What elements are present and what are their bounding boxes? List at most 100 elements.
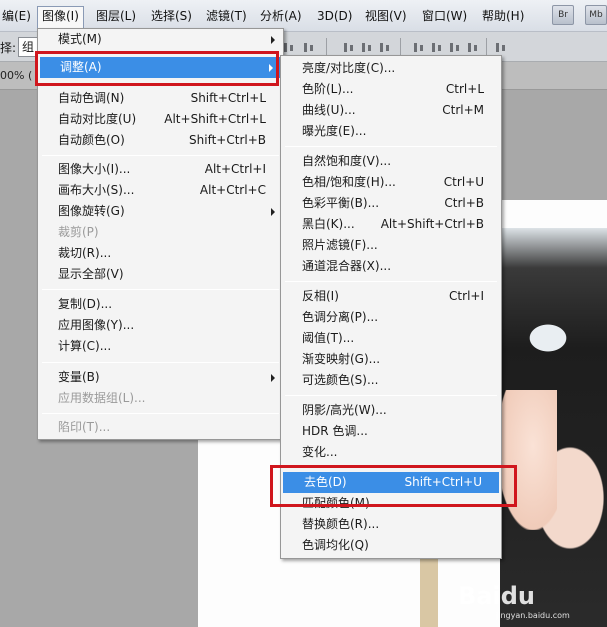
menu-item-gradient-map[interactable]: 渐变映射(G)... bbox=[281, 349, 501, 370]
menu-window[interactable]: 窗口(W) bbox=[418, 6, 471, 26]
menu-item-shadows-highlights[interactable]: 阴影/高光(W)... bbox=[281, 400, 501, 421]
shortcut-label: Shift+Ctrl+B bbox=[189, 133, 266, 147]
menu-item-photo-filter[interactable]: 照片滤镜(F)... bbox=[281, 235, 501, 256]
menu-item-trim[interactable]: 裁切(R)... bbox=[38, 243, 283, 264]
menu-item-hdr-toning[interactable]: HDR 色调... bbox=[281, 421, 501, 442]
distribute-icon[interactable] bbox=[342, 40, 356, 54]
menu-item-label: 亮度/对比度(C)... bbox=[302, 61, 396, 75]
auto-select-label: 择: bbox=[0, 41, 17, 55]
shortcut-label: Shift+Ctrl+L bbox=[190, 91, 266, 105]
menu-item-label: 渐变映射(G)... bbox=[302, 352, 381, 366]
menu-item-equalize[interactable]: 色调均化(Q) bbox=[281, 535, 501, 556]
menu-item-label: 阴影/高光(W)... bbox=[302, 403, 387, 417]
menu-item-label: HDR 色调... bbox=[302, 424, 368, 438]
menu-item-rotate[interactable]: 图像旋转(G) bbox=[38, 201, 283, 222]
menu-3d[interactable]: 3D(D) bbox=[313, 6, 356, 26]
menu-item-mode[interactable]: 模式(M) bbox=[38, 29, 283, 50]
menu-separator bbox=[285, 146, 497, 147]
portrait-face bbox=[497, 390, 557, 530]
menu-item-reveal-all[interactable]: 显示全部(V) bbox=[38, 264, 283, 285]
menu-item-label: 复制(D)... bbox=[58, 297, 113, 311]
menu-item-label: 画布大小(S)... bbox=[58, 183, 135, 197]
menu-item-label: 色调均化(Q) bbox=[302, 538, 369, 552]
distribute-icon[interactable] bbox=[412, 40, 426, 54]
menu-item-replace-color[interactable]: 替换颜色(R)... bbox=[281, 514, 501, 535]
menu-item-exposure[interactable]: 曝光度(E)... bbox=[281, 121, 501, 142]
menu-help[interactable]: 帮助(H) bbox=[478, 6, 528, 26]
menu-item-label: 自动颜色(O) bbox=[58, 133, 125, 147]
menu-view[interactable]: 视图(V) bbox=[361, 6, 411, 26]
shortcut-label: Ctrl+L bbox=[445, 82, 484, 96]
menu-analysis[interactable]: 分析(A) bbox=[256, 6, 306, 26]
menu-item-label: 色相/饱和度(H)... bbox=[302, 175, 396, 189]
menu-item-label: 图像大小(I)... bbox=[58, 162, 131, 176]
annotation-box-desaturate bbox=[270, 465, 517, 507]
menu-item-calculations[interactable]: 计算(C)... bbox=[38, 336, 283, 357]
menu-item-auto-contrast[interactable]: 自动对比度(U) Alt+Shift+Ctrl+L bbox=[38, 109, 283, 130]
menu-item-label: 裁切(R)... bbox=[58, 246, 112, 260]
menu-item-variations[interactable]: 变化... bbox=[281, 442, 501, 463]
shortcut-label: Ctrl+B bbox=[444, 196, 484, 210]
menu-item-hue-saturation[interactable]: 色相/饱和度(H)... Ctrl+U bbox=[281, 172, 501, 193]
align-icon[interactable] bbox=[282, 40, 296, 54]
menu-separator bbox=[42, 413, 279, 414]
shortcut-label: Alt+Shift+Ctrl+L bbox=[164, 112, 266, 126]
menu-item-label: 变化... bbox=[302, 445, 338, 459]
align-icon[interactable] bbox=[302, 40, 316, 54]
menu-item-label: 照片滤镜(F)... bbox=[302, 238, 378, 252]
shortcut-label: Alt+Ctrl+C bbox=[199, 183, 266, 197]
shortcut-label: Alt+Shift+Ctrl+B bbox=[380, 217, 484, 231]
menu-item-canvas-size[interactable]: 画布大小(S)... Alt+Ctrl+C bbox=[38, 180, 283, 201]
distribute-icon[interactable] bbox=[466, 40, 480, 54]
menu-item-label: 曲线(U)... bbox=[302, 103, 356, 117]
menu-item-label: 通道混合器(X)... bbox=[302, 259, 392, 273]
menu-item-variables[interactable]: 变量(B) bbox=[38, 367, 283, 388]
auto-align-icon[interactable] bbox=[494, 40, 508, 54]
menu-item-label: 可选颜色(S)... bbox=[302, 373, 379, 387]
menu-item-label: 自动色调(N) bbox=[58, 91, 125, 105]
shortcut-label: Ctrl+I bbox=[449, 289, 484, 303]
menu-item-label: 图像旋转(G) bbox=[58, 204, 125, 218]
menu-item-image-size[interactable]: 图像大小(I)... Alt+Ctrl+I bbox=[38, 159, 283, 180]
menu-item-label: 陷印(T)... bbox=[58, 420, 111, 434]
bridge-button[interactable]: Br bbox=[552, 5, 574, 25]
annotation-box-adjust bbox=[35, 51, 279, 86]
menu-item-label: 反相(I) bbox=[302, 289, 339, 303]
menu-item-auto-tone[interactable]: 自动色调(N) Shift+Ctrl+L bbox=[38, 88, 283, 109]
menu-item-black-white[interactable]: 黑白(K)... Alt+Shift+Ctrl+B bbox=[281, 214, 501, 235]
menu-item-selective-color[interactable]: 可选颜色(S)... bbox=[281, 370, 501, 391]
distribute-icon[interactable] bbox=[430, 40, 444, 54]
menu-item-label: 色调分离(P)... bbox=[302, 310, 379, 324]
menu-item-levels[interactable]: 色阶(L)... Ctrl+L bbox=[281, 79, 501, 100]
menu-item-duplicate[interactable]: 复制(D)... bbox=[38, 294, 283, 315]
menu-edit[interactable]: 编(E) bbox=[0, 6, 35, 26]
menu-item-threshold[interactable]: 阈值(T)... bbox=[281, 328, 501, 349]
menu-item-color-balance[interactable]: 色彩平衡(B)... Ctrl+B bbox=[281, 193, 501, 214]
menu-item-trap: 陷印(T)... bbox=[38, 417, 283, 438]
menu-layer[interactable]: 图层(L) bbox=[92, 6, 140, 26]
menu-item-apply-dataset: 应用数据组(L)... bbox=[38, 388, 283, 409]
menu-item-brightness-contrast[interactable]: 亮度/对比度(C)... bbox=[281, 58, 501, 79]
distribute-icon[interactable] bbox=[378, 40, 392, 54]
menu-item-label: 自动对比度(U) bbox=[58, 112, 137, 126]
distribute-icon[interactable] bbox=[448, 40, 462, 54]
menu-item-apply-image[interactable]: 应用图像(Y)... bbox=[38, 315, 283, 336]
mini-bridge-button[interactable]: Mb bbox=[585, 5, 607, 25]
menu-select[interactable]: 选择(S) bbox=[147, 6, 196, 26]
watermark-url: jingyan.baidu.com bbox=[496, 611, 570, 620]
menu-item-label: 阈值(T)... bbox=[302, 331, 355, 345]
distribute-icon[interactable] bbox=[360, 40, 374, 54]
menu-item-channel-mixer[interactable]: 通道混合器(X)... bbox=[281, 256, 501, 277]
menu-separator bbox=[42, 155, 279, 156]
menu-item-posterize[interactable]: 色调分离(P)... bbox=[281, 307, 501, 328]
baidu-watermark: Baidu jingyan.baidu.com bbox=[458, 582, 607, 627]
menu-item-invert[interactable]: 反相(I) Ctrl+I bbox=[281, 286, 501, 307]
menu-item-label: 应用图像(Y)... bbox=[58, 318, 135, 332]
menu-item-curves[interactable]: 曲线(U)... Ctrl+M bbox=[281, 100, 501, 121]
menu-item-vibrance[interactable]: 自然饱和度(V)... bbox=[281, 151, 501, 172]
watermark-logo: Baidu bbox=[458, 582, 535, 610]
menu-filter[interactable]: 滤镜(T) bbox=[202, 6, 251, 26]
submenu-arrow-icon bbox=[271, 374, 275, 382]
menu-item-label: 模式(M) bbox=[58, 32, 102, 46]
menu-item-auto-color[interactable]: 自动颜色(O) Shift+Ctrl+B bbox=[38, 130, 283, 151]
